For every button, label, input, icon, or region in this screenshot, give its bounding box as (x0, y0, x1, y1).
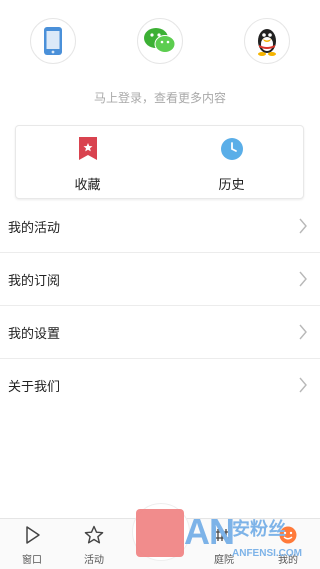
menu-item-my-activities[interactable]: 我的活动 (0, 200, 320, 253)
chevron-right-icon (299, 271, 307, 287)
tab-label: 窗口 (22, 555, 42, 566)
menu-item-about-us[interactable]: 关于我们 (0, 359, 320, 411)
quick-actions-card: 收藏 历史 (15, 125, 304, 199)
history-label: 历史 (218, 178, 245, 193)
watermark-logo (136, 509, 184, 557)
phone-login-button[interactable] (30, 18, 76, 64)
play-icon (26, 526, 40, 544)
tab-label: 活动 (84, 555, 104, 566)
clock-icon (220, 138, 243, 160)
menu-item-my-settings[interactable]: 我的设置 (0, 306, 320, 359)
tab-window[interactable]: 窗口 (0, 519, 64, 569)
menu-item-label: 我的活动 (8, 220, 61, 236)
favorites-label: 收藏 (74, 178, 101, 193)
chevron-right-icon (299, 377, 307, 393)
watermark-an: AN (184, 511, 235, 552)
watermark-url: ANFENSI.COM (232, 548, 302, 559)
qq-login-button[interactable] (244, 18, 290, 64)
login-hint[interactable]: 马上登录，查看更多内容 (0, 89, 320, 106)
chevron-right-icon (299, 218, 307, 234)
bookmark-icon (78, 137, 97, 160)
menu-item-my-subscriptions[interactable]: 我的订阅 (0, 253, 320, 306)
tab-activities[interactable]: 活动 (62, 519, 126, 569)
qq-icon (258, 29, 276, 56)
phone-icon (44, 27, 62, 55)
menu-item-label: 关于我们 (8, 379, 61, 395)
login-methods (0, 18, 320, 68)
star-icon (84, 525, 104, 544)
wechat-login-button[interactable] (137, 18, 183, 64)
history-button[interactable]: 历史 (160, 126, 303, 198)
favorites-button[interactable]: 收藏 (16, 126, 159, 198)
menu-item-label: 我的设置 (8, 326, 61, 342)
chevron-right-icon (299, 324, 307, 340)
settings-menu: 我的活动 我的订阅 我的设置 关于我们 (0, 200, 320, 411)
watermark-cn: 安粉丝 (232, 519, 286, 540)
menu-item-label: 我的订阅 (8, 273, 61, 289)
wechat-icon (144, 28, 176, 53)
